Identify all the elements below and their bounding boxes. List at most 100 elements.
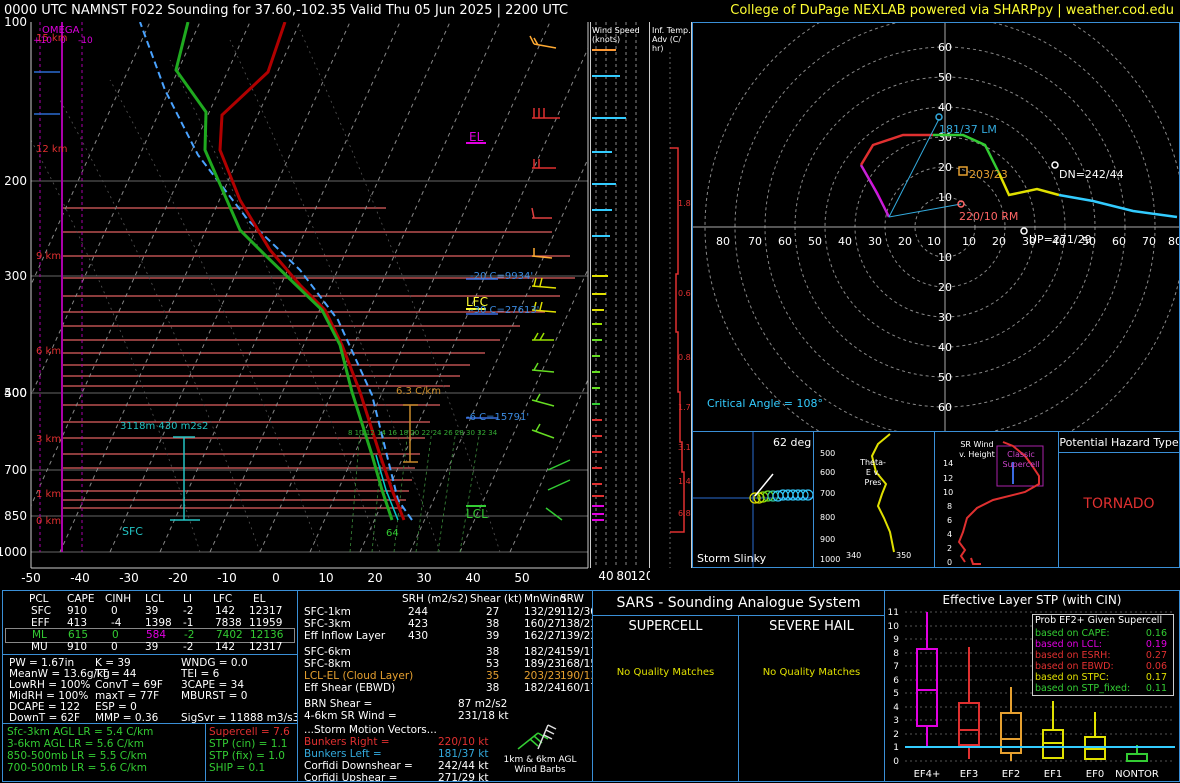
- pressure-tick: 500: [4, 386, 27, 400]
- hazard-panel: Potential Hazard Type TORNADO: [1058, 431, 1180, 568]
- temp-tick: 30: [416, 571, 431, 585]
- sars-hail-result: No Quality Matches: [762, 667, 861, 678]
- stp-legend-ebwd: based on EBWD: 0.06: [1035, 661, 1167, 672]
- temp-advection-value: 0.6: [678, 289, 691, 298]
- hodo-axis-label: 20: [992, 235, 1006, 248]
- stp-legend-esrh: based on ESRH: 0.27: [1035, 650, 1167, 661]
- classic-supercell-label: Classic Supercell: [1002, 450, 1040, 469]
- stp-legend-cape: based on CAPE: 0.16: [1035, 628, 1167, 639]
- stp-panel: Effective Layer STP (with CIN) 11 10 9 8…: [884, 590, 1180, 782]
- storm-slinky-plot: 62 deg Storm Slinky: [693, 432, 813, 567]
- temp-tick: -30: [119, 571, 139, 585]
- stp-category: NONTOR: [1115, 769, 1159, 780]
- stp-category: EF1: [1044, 769, 1062, 780]
- slinky-label: Storm Slinky: [697, 552, 767, 565]
- agl-wind-barbs: [517, 724, 557, 750]
- stp-legend-stp-fixed: based on STP_fixed: 0.11: [1035, 683, 1167, 694]
- theta-e-x-tick: 350: [896, 551, 911, 560]
- thermo-header-cinh: CINH: [105, 593, 132, 605]
- sars-title: SARS - Sounding Analogue System: [616, 595, 861, 611]
- sr-wind-height-tick: 14: [943, 459, 953, 468]
- hodo-axis-label: 60: [1112, 235, 1126, 248]
- temp-advection-value: 0.8: [678, 353, 691, 362]
- thermo-header-lfc: LFC: [213, 593, 233, 605]
- level-label: -20 C=9934': [470, 271, 533, 282]
- theta-e-plot: 500 600 700 800 900 1000 340 350: [820, 433, 911, 564]
- level-label: -30 C=27613': [470, 305, 539, 316]
- wind-speed-panel: 40 80 120: [590, 22, 650, 583]
- stp-y-tick: 10: [888, 622, 900, 632]
- hodo-axis-label: 80: [1168, 235, 1179, 248]
- hodo-ring-label: 10: [938, 191, 952, 204]
- stp-legend-lcl: based on LCL: 0.19: [1035, 639, 1167, 650]
- height-label: 9 km: [36, 251, 61, 262]
- thermo-table-panel: PCL CAPE CINH LCL LI LFC EL SFC 910 0 39 -2 1…: [2, 590, 298, 782]
- hodo-ring-label: 50: [938, 71, 952, 84]
- slinky-angle: 62 deg: [773, 436, 811, 449]
- sr-wind-title: SR Wind v. Height: [959, 440, 995, 459]
- credit-text: College of DuPage NEXLAB powered via SHA…: [730, 3, 1174, 18]
- hodo-ring-label: 10: [938, 251, 952, 264]
- wind-speed-title: Wind Speed (knots): [592, 26, 640, 44]
- stp-y-tick: 11: [888, 608, 899, 618]
- theta-e-title: Theta-E v. Pres: [860, 458, 886, 487]
- effective-layer-label: 3118m 430 m2s2: [120, 421, 208, 432]
- hodo-axis-label: 50: [808, 235, 822, 248]
- hodograph-plot: 60 50 40 30 20 10 10 20 30 40 50 60 80 7…: [693, 23, 1179, 431]
- hodo-axis-label: 70: [1142, 235, 1156, 248]
- right-mover-label: 220/10 RM: [959, 210, 1018, 223]
- temp-tick: -50: [21, 571, 41, 585]
- sars-supercell-result: No Quality Matches: [616, 667, 715, 678]
- hodo-axis-label: 20: [898, 235, 912, 248]
- sr-wind-height-tick: 6: [947, 516, 952, 525]
- sars-hail-title: SEVERE HAIL: [769, 619, 854, 634]
- pressure-tick: 200: [4, 174, 27, 188]
- left-mover-label: 181/37 LM: [939, 123, 997, 136]
- theta-e-pressure-tick: 800: [820, 513, 835, 522]
- height-label: 0 km: [36, 516, 61, 527]
- sars-panel: SARS - Sounding Analogue System SUPERCEL…: [592, 590, 885, 782]
- pressure-tick: 850: [4, 509, 27, 523]
- stp-y-tick: 4: [893, 703, 899, 713]
- agl-wind-barbs-label: 1km & 6km AGL Wind Barbs: [503, 755, 577, 775]
- pressure-tick: 100: [4, 15, 27, 29]
- omega-tick: 0: [60, 36, 66, 46]
- stp-y-tick: 9: [893, 635, 899, 645]
- stp-category: EF4+: [914, 769, 941, 780]
- sr-wind-height-tick: 4: [947, 530, 952, 539]
- pressure-tick: 300: [4, 269, 27, 283]
- pressure-tick: 1000: [0, 545, 27, 559]
- stp-legend: Prob EF2+ Given Supercell based on CAPE:…: [1032, 614, 1174, 696]
- temp-tick: -20: [168, 571, 188, 585]
- temp-advection-value: 3.1: [678, 443, 691, 452]
- skewt-diagram: 100 200 300 400 700 850 1000 500 -50 -40…: [0, 15, 589, 585]
- thermo-header-el: EL: [253, 593, 266, 605]
- temp-tick: 50: [514, 571, 529, 585]
- stp-category: EF3: [960, 769, 978, 780]
- height-label: 3 km: [36, 434, 61, 445]
- stp-y-tick: 5: [893, 689, 899, 699]
- hodo-ring-label: 40: [938, 101, 952, 114]
- hodo-axis-label: 70: [748, 235, 762, 248]
- thermo-header-li: LI: [183, 593, 192, 605]
- sr-wind-height-tick: 0: [947, 558, 952, 567]
- temp-tick: 40: [465, 571, 480, 585]
- kin-header-srh: SRH (m2/s2): [402, 593, 468, 605]
- omega-label: OMEGA: [42, 25, 80, 36]
- thermo-header-cape: CAPE: [67, 593, 95, 605]
- stp-y-tick: 0: [893, 757, 899, 767]
- wind-speed-tick: 40: [598, 569, 613, 583]
- sr-wind-height-tick: 10: [943, 488, 953, 497]
- hodo-axis-label: 10: [927, 235, 941, 248]
- temp-advection-panel: 1.8 0.6 0.8 1.7 3.1 1.4 6.8: [669, 22, 692, 568]
- hodo-ring-label: 50: [938, 371, 952, 384]
- stp-y-tick: 6: [893, 676, 899, 686]
- lcl-label: LCL: [466, 507, 488, 521]
- temp-tick: 20: [367, 571, 382, 585]
- theta-e-pressure-tick: 700: [820, 489, 835, 498]
- critical-angle: Critical Angle = 108°: [707, 397, 823, 410]
- thermo-header-lcl: LCL: [145, 593, 165, 605]
- hodo-axis-label: 60: [778, 235, 792, 248]
- hodo-axis-label: 30: [868, 235, 882, 248]
- hodo-axis-label: 10: [962, 235, 976, 248]
